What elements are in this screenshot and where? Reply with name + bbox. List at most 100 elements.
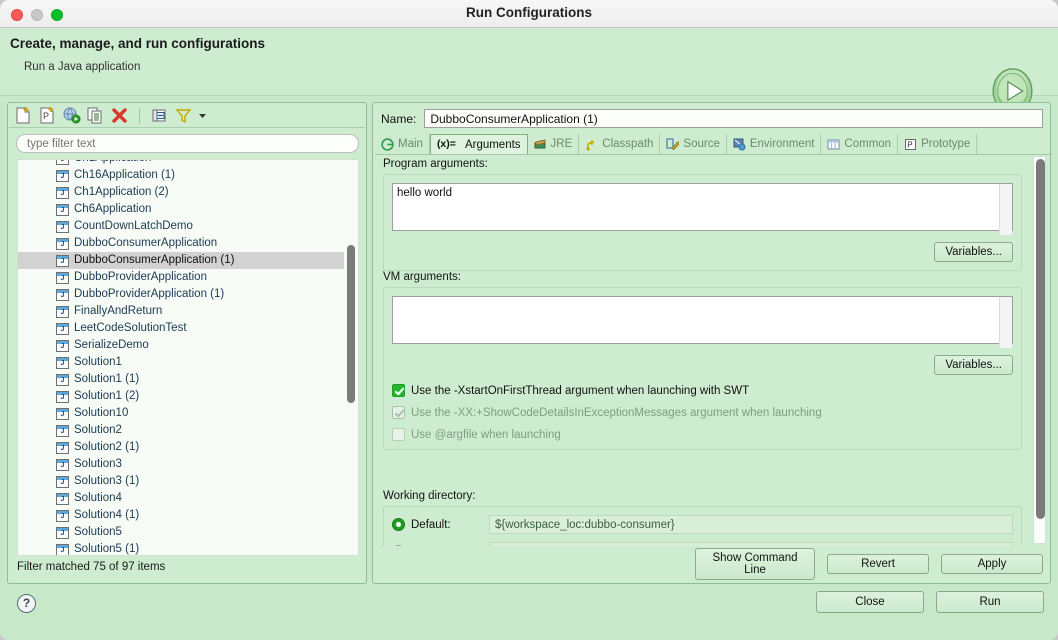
new-launch-configuration-icon[interactable] [14,106,33,125]
editor-scrollbar-thumb[interactable] [1036,159,1045,519]
tree-item[interactable]: Ch6Application [18,201,344,218]
collapse-all-icon[interactable] [150,106,169,125]
tree-item[interactable]: Solution4 [18,490,344,507]
revert-button[interactable]: Revert [827,554,929,574]
java-launch-icon [56,492,69,505]
checkbox-row-xstart[interactable]: Use the -XstartOnFirstThread argument wh… [392,384,1013,397]
program-arguments-scrollbar[interactable] [999,184,1012,235]
tree-item[interactable]: Solution4 (1) [18,507,344,524]
run-button[interactable]: Run [936,591,1044,613]
vm-arguments-scrollbar[interactable] [999,297,1012,348]
vm-variables-button[interactable]: Variables... [934,355,1013,375]
java-launch-icon [56,305,69,318]
tree-item-label: DubboConsumerApplication (1) [74,254,235,266]
tab-environment[interactable]: Environment [727,134,822,154]
tree-item[interactable]: DubboProviderApplication [18,269,344,286]
program-variables-button[interactable]: Variables... [934,242,1013,262]
tree-item[interactable]: Solution2 (1) [18,439,344,456]
tree-toolbar: P [9,104,365,128]
tree-item[interactable]: Ch16Application (1) [18,167,344,184]
program-arguments-textarea[interactable] [392,183,1013,231]
new-prototype-icon[interactable]: P [38,106,57,125]
tree-item[interactable]: Solution1 (2) [18,388,344,405]
show-command-line-button[interactable]: Show Command Line [695,548,815,580]
tree-item-label: DubboProviderApplication [74,271,207,283]
tab-prototype[interactable]: P Prototype [898,134,978,154]
duplicate-icon[interactable] [86,106,105,125]
tree-item[interactable]: Solution5 [18,524,344,541]
java-launch-icon [56,271,69,284]
java-launch-icon [56,526,69,539]
tree-item[interactable]: Solution10 [18,405,344,422]
tab-common[interactable]: Common [821,134,899,154]
export-icon[interactable] [62,106,81,125]
tree-item-label: Ch1Application [74,160,151,167]
tab-main[interactable]: Main [375,134,430,154]
working-directory-default-row[interactable]: Default: ${workspace_loc:dubbo-consumer} [392,515,1013,534]
tree-scrollbar[interactable] [345,160,356,555]
name-row: Name: [381,109,1043,128]
help-question-icon[interactable]: ? [17,594,36,613]
tree-item-label: CountDownLatchDemo [74,220,193,232]
working-directory-group: Working directory: Default: ${workspace_… [383,490,1022,546]
tree-item[interactable]: CountDownLatchDemo [18,218,344,235]
working-directory-default-radio[interactable] [392,518,405,531]
configurations-tree-panel: P type filter text J J Ch16Application (… [7,102,367,584]
java-launch-icon [56,441,69,454]
java-launch-icon [56,288,69,301]
tree-item[interactable]: Solution1 [18,354,344,371]
delete-icon[interactable] [110,106,129,125]
filter-status-text: Filter matched 75 of 97 items [17,561,166,573]
editor-scrollbar[interactable] [1033,156,1046,544]
tree-item-label: Solution10 [74,407,129,419]
environment-icon [733,138,746,151]
tree-item[interactable]: Solution3 [18,456,344,473]
vm-arguments-button-row: Variables... [392,355,1013,375]
tab-jre[interactable]: JRE [528,134,580,154]
tab-classpath[interactable]: Classpath [579,134,661,154]
tab-arguments[interactable]: (x)= Arguments [429,134,528,154]
tree-scrollbar-thumb[interactable] [347,245,355,403]
tree-item[interactable]: Ch1Application (2) [18,184,344,201]
tree-item[interactable]: Solution1 (1) [18,371,344,388]
tree-item[interactable]: DubboProviderApplication (1) [18,286,344,303]
filter-dropdown-arrow-icon[interactable] [198,106,207,125]
tree-items: Ch1Application Ch16Application (1) Ch1Appl… [18,160,344,555]
tree-item-label: Solution1 [74,356,122,368]
working-directory-other-input[interactable] [489,542,1013,546]
configuration-editor-panel: Name: Main (x)= Arguments JRE Classpath Sourc… [372,102,1051,584]
java-launch-icon [56,458,69,471]
tree-item-label: Solution4 (1) [74,509,140,521]
tree-item[interactable]: LeetCodeSolutionTest [18,320,344,337]
program-arguments-label: Program arguments: [383,158,488,170]
configuration-name-input[interactable] [424,109,1043,128]
tree-item-label: DubboConsumerApplication [74,237,218,249]
tree-item[interactable]: DubboConsumerApplication [18,235,344,252]
tree-item[interactable]: Ch1Application [18,160,344,167]
working-directory-other-row[interactable]: Other: [392,542,1013,546]
filter-input[interactable] [16,134,359,153]
close-button[interactable]: Close [816,591,924,613]
jre-icon [534,138,547,151]
tree-item[interactable]: SerializeDemo [18,337,344,354]
svg-text:P: P [907,140,912,149]
vm-arguments-textarea[interactable] [392,296,1013,344]
title-bar: Run Configurations [0,0,1058,28]
program-arguments-field-wrap [392,183,1013,236]
java-launch-icon [56,186,69,199]
tab-source[interactable]: Source [660,134,727,154]
tree-item[interactable]: Solution5 (1) [18,541,344,555]
tree-item[interactable]: FinallyAndReturn [18,303,344,320]
java-launch-icon [56,237,69,250]
working-directory-default-value: ${workspace_loc:dubbo-consumer} [489,515,1013,534]
tree-item[interactable]: Solution3 (1) [18,473,344,490]
filter-icon[interactable] [174,106,193,125]
xstart-on-first-thread-checkbox[interactable] [392,384,405,397]
tree-item[interactable]: DubboConsumerApplication (1) [18,252,344,269]
tree-item[interactable]: Solution2 [18,422,344,439]
apply-button[interactable]: Apply [941,554,1043,574]
configurations-tree[interactable]: Ch1Application Ch16Application (1) Ch1Appl… [17,159,359,556]
svg-text:P: P [43,111,49,121]
working-directory-box: Default: ${workspace_loc:dubbo-consumer}… [383,506,1022,546]
working-directory-other-radio[interactable] [392,545,405,546]
